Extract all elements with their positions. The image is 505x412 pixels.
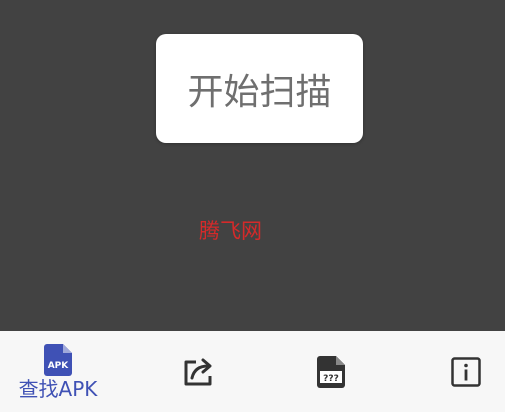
share-icon [182,356,216,388]
info-icon [451,356,481,387]
svg-text:???: ??? [323,374,339,384]
main-area: 开始扫描 腾飞网 [0,0,505,331]
watermark-text: 腾飞网 [199,219,262,243]
svg-text:APK: APK [48,361,70,371]
bottom-navigation-bar: APK 查找APK ??? [0,331,505,412]
start-scan-button[interactable]: 开始扫描 [156,34,363,143]
unknown-file-icon: ??? [317,355,345,388]
nav-item-find-apk[interactable]: APK 查找APK [12,331,104,412]
nav-item-about[interactable] [441,331,491,412]
nav-label-find-apk: 查找APK [18,376,98,401]
nav-item-share[interactable] [174,331,224,412]
apk-file-icon: APK [44,343,72,376]
nav-item-unknown-files[interactable]: ??? [306,331,356,412]
